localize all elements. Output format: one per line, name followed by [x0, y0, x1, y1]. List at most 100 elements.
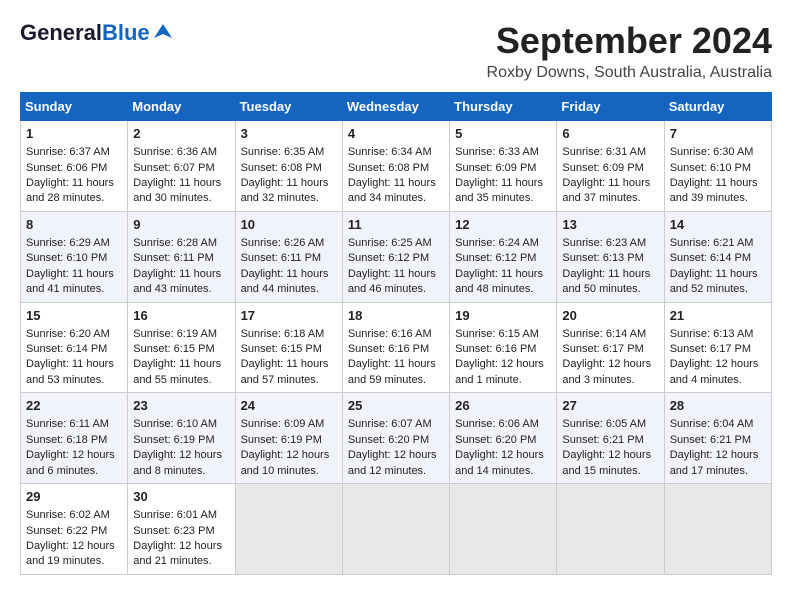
sunset-text: Sunset: 6:11 PM [241, 251, 337, 266]
table-row: 8Sunrise: 6:29 AMSunset: 6:10 PMDaylight… [21, 211, 128, 302]
sunrise-text: Sunrise: 6:23 AM [562, 236, 658, 251]
day-number: 15 [26, 307, 122, 325]
col-monday: Monday [128, 93, 235, 121]
daylight-text: Daylight: 11 hours and 30 minutes. [133, 176, 229, 207]
col-sunday: Sunday [21, 93, 128, 121]
sunrise-text: Sunrise: 6:02 AM [26, 508, 122, 523]
sunrise-text: Sunrise: 6:05 AM [562, 417, 658, 432]
table-row: 28Sunrise: 6:04 AMSunset: 6:21 PMDayligh… [664, 393, 771, 484]
sunset-text: Sunset: 6:17 PM [670, 342, 766, 357]
day-number: 30 [133, 488, 229, 506]
col-thursday: Thursday [450, 93, 557, 121]
table-row: 3 Sunrise: 6:35 AMSunset: 6:08 PMDaylight… [235, 121, 342, 212]
sunrise-text: Sunrise: 6:30 AM [670, 145, 766, 160]
sunset-text: Sunset: 6:12 PM [455, 251, 551, 266]
table-row: 17Sunrise: 6:18 AMSunset: 6:15 PMDayligh… [235, 302, 342, 393]
sunrise-text: Sunrise: 6:26 AM [241, 236, 337, 251]
logo-text: GeneralBlue [20, 20, 174, 46]
day-number: 6 [562, 125, 658, 143]
sunset-text: Sunset: 6:21 PM [670, 433, 766, 448]
sunset-text: Sunset: 6:15 PM [133, 342, 229, 357]
sunset-text: Sunset: 6:15 PM [241, 342, 337, 357]
daylight-text: Daylight: 11 hours and 59 minutes. [348, 357, 444, 388]
calendar-header-row: Sunday Monday Tuesday Wednesday Thursday… [21, 93, 772, 121]
day-number: 16 [133, 307, 229, 325]
day-number: 29 [26, 488, 122, 506]
table-row: 16 Sunrise: 6:19 AMSunset: 6:15 PMDayligh… [128, 302, 235, 393]
table-row: 29Sunrise: 6:02 AMSunset: 6:22 PMDayligh… [21, 484, 128, 575]
sunrise-text: Sunrise: 6:33 AM [455, 145, 551, 160]
day-number: 19 [455, 307, 551, 325]
day-number: 23 [133, 397, 229, 415]
sunrise-text: Sunrise: 6:34 AM [348, 145, 444, 160]
daylight-text: Daylight: 12 hours and 3 minutes. [562, 357, 658, 388]
daylight-text: Daylight: 11 hours and 57 minutes. [241, 357, 337, 388]
sunrise-text: Sunrise: 6:20 AM [26, 327, 122, 342]
day-number: 22 [26, 397, 122, 415]
day-number: 24 [241, 397, 337, 415]
sunrise-text: Sunrise: 6:06 AM [455, 417, 551, 432]
daylight-text: Daylight: 12 hours and 4 minutes. [670, 357, 766, 388]
daylight-text: Daylight: 11 hours and 55 minutes. [133, 357, 229, 388]
month-title: September 2024 [487, 20, 772, 62]
sunrise-text: Sunrise: 6:04 AM [670, 417, 766, 432]
sunrise-text: Sunrise: 6:19 AM [133, 327, 229, 342]
sunrise-text: Sunrise: 6:16 AM [348, 327, 444, 342]
daylight-text: Daylight: 11 hours and 28 minutes. [26, 176, 122, 207]
sunrise-text: Sunrise: 6:15 AM [455, 327, 551, 342]
calendar-week-row: 1Sunrise: 6:37 AMSunset: 6:06 PMDaylight… [21, 121, 772, 212]
day-number: 12 [455, 216, 551, 234]
day-number: 17 [241, 307, 337, 325]
table-row: 24Sunrise: 6:09 AMSunset: 6:19 PMDayligh… [235, 393, 342, 484]
table-row: 11Sunrise: 6:25 AMSunset: 6:12 PMDayligh… [342, 211, 449, 302]
logo: GeneralBlue [20, 20, 174, 46]
day-number: 25 [348, 397, 444, 415]
col-tuesday: Tuesday [235, 93, 342, 121]
day-number: 9 [133, 216, 229, 234]
daylight-text: Daylight: 11 hours and 48 minutes. [455, 267, 551, 298]
calendar-week-row: 15Sunrise: 6:20 AMSunset: 6:14 PMDayligh… [21, 302, 772, 393]
table-row [235, 484, 342, 575]
sunset-text: Sunset: 6:20 PM [348, 433, 444, 448]
daylight-text: Daylight: 12 hours and 1 minute. [455, 357, 551, 388]
calendar-week-row: 29Sunrise: 6:02 AMSunset: 6:22 PMDayligh… [21, 484, 772, 575]
page-header: GeneralBlue September 2024 Roxby Downs, … [20, 20, 772, 82]
sunset-text: Sunset: 6:07 PM [133, 161, 229, 176]
daylight-text: Daylight: 11 hours and 32 minutes. [241, 176, 337, 207]
sunset-text: Sunset: 6:16 PM [348, 342, 444, 357]
day-number: 18 [348, 307, 444, 325]
daylight-text: Daylight: 11 hours and 50 minutes. [562, 267, 658, 298]
table-row: 12Sunrise: 6:24 AMSunset: 6:12 PMDayligh… [450, 211, 557, 302]
table-row: 18 Sunrise: 6:16 AMSunset: 6:16 PMDayligh… [342, 302, 449, 393]
daylight-text: Daylight: 12 hours and 12 minutes. [348, 448, 444, 479]
sunrise-text: Sunrise: 6:01 AM [133, 508, 229, 523]
table-row: 30Sunrise: 6:01 AMSunset: 6:23 PMDayligh… [128, 484, 235, 575]
day-number: 13 [562, 216, 658, 234]
sunset-text: Sunset: 6:09 PM [562, 161, 658, 176]
sunset-text: Sunset: 6:08 PM [241, 161, 337, 176]
day-number: 28 [670, 397, 766, 415]
table-row: 10 Sunrise: 6:26 AMSunset: 6:11 PMDayligh… [235, 211, 342, 302]
table-row: 23Sunrise: 6:10 AMSunset: 6:19 PMDayligh… [128, 393, 235, 484]
sunrise-text: Sunrise: 6:37 AM [26, 145, 122, 160]
daylight-text: Daylight: 11 hours and 44 minutes. [241, 267, 337, 298]
sunrise-text: Sunrise: 6:10 AM [133, 417, 229, 432]
day-number: 1 [26, 125, 122, 143]
sunrise-text: Sunrise: 6:35 AM [241, 145, 337, 160]
day-number: 2 [133, 125, 229, 143]
sunrise-text: Sunrise: 6:11 AM [26, 417, 122, 432]
daylight-text: Daylight: 11 hours and 46 minutes. [348, 267, 444, 298]
table-row: 15Sunrise: 6:20 AMSunset: 6:14 PMDayligh… [21, 302, 128, 393]
sunrise-text: Sunrise: 6:29 AM [26, 236, 122, 251]
sunset-text: Sunset: 6:21 PM [562, 433, 658, 448]
sunrise-text: Sunrise: 6:09 AM [241, 417, 337, 432]
table-row [664, 484, 771, 575]
table-row: 14Sunrise: 6:21 AMSunset: 6:14 PMDayligh… [664, 211, 771, 302]
day-number: 21 [670, 307, 766, 325]
table-row: 9Sunrise: 6:28 AMSunset: 6:11 PMDaylight… [128, 211, 235, 302]
table-row: 22Sunrise: 6:11 AMSunset: 6:18 PMDayligh… [21, 393, 128, 484]
day-number: 3 [241, 125, 337, 143]
calendar-week-row: 22Sunrise: 6:11 AMSunset: 6:18 PMDayligh… [21, 393, 772, 484]
day-number: 10 [241, 216, 337, 234]
table-row: 21Sunrise: 6:13 AMSunset: 6:17 PMDayligh… [664, 302, 771, 393]
